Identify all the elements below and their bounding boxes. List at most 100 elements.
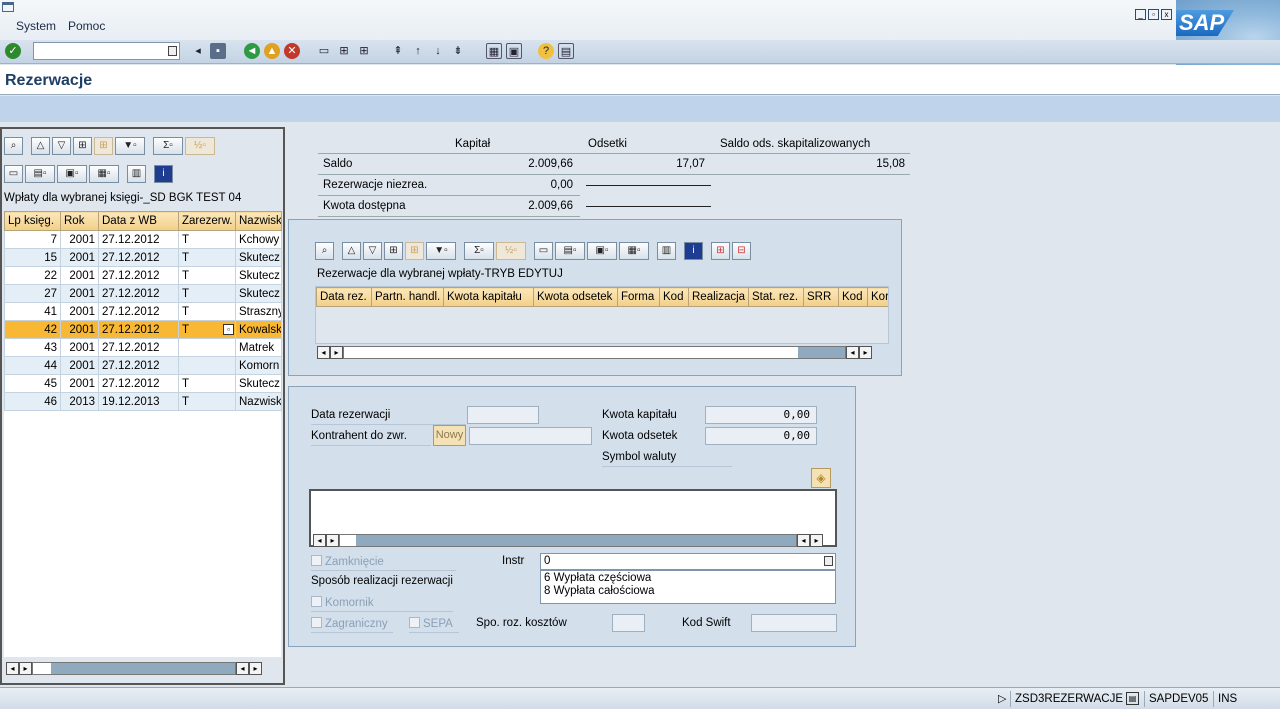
table-row[interactable]: 22 2001 27.12.2012 T Skutecz <box>4 266 282 285</box>
dropdown-icon[interactable] <box>824 556 833 566</box>
sort-asc-icon[interactable]: △ <box>342 242 361 260</box>
swift-input[interactable] <box>751 614 837 632</box>
nowy-button[interactable]: Nowy <box>433 425 466 446</box>
find-icon[interactable]: ⊞ <box>73 137 92 155</box>
zagraniczny-checkbox[interactable]: Zagraniczny <box>311 617 388 630</box>
table-cell[interactable]: Kowalsk <box>235 320 282 339</box>
col-res[interactable]: Realizacja <box>688 287 749 307</box>
col-res[interactable]: Kor <box>867 287 888 307</box>
table-cell[interactable]: 27.12.2012 <box>98 230 179 249</box>
komornik-checkbox[interactable]: Komornik <box>311 596 374 609</box>
table-row[interactable]: 46 2013 19.12.2013 T Nazwisk <box>4 392 282 411</box>
table-cell[interactable]: 27.12.2012 <box>98 302 179 321</box>
table-cell[interactable]: 2001 <box>60 248 99 267</box>
insert-row-icon[interactable]: ⊞ <box>711 242 730 260</box>
scroll-left-icon[interactable]: ◂ <box>313 533 326 547</box>
col-lp[interactable]: Lp księg. <box>4 211 61 231</box>
graphic-icon[interactable]: ▥ <box>657 242 676 260</box>
print-icon[interactable]: ▭ <box>534 242 553 260</box>
sort-desc-icon[interactable]: ▽ <box>363 242 382 260</box>
table-cell[interactable]: 27 <box>4 284 61 303</box>
col-res[interactable]: SRR <box>803 287 839 307</box>
table-row[interactable]: 45 2001 27.12.2012 T Skutecz <box>4 374 282 393</box>
table-cell[interactable]: Nazwisk <box>235 392 282 411</box>
table-cell[interactable]: 27.12.2012 <box>98 284 179 303</box>
col-res[interactable]: Kwota odsetek <box>533 287 618 307</box>
col-res[interactable]: Stat. rez. <box>748 287 804 307</box>
table-cell[interactable]: 45 <box>4 374 61 393</box>
menu-system[interactable]: System <box>16 19 56 33</box>
print-icon[interactable]: ▭ <box>316 43 332 59</box>
table-row[interactable]: 44 2001 27.12.2012 Komorn <box>4 356 282 375</box>
spo-input[interactable] <box>612 614 645 632</box>
info-icon[interactable]: i <box>684 242 703 260</box>
dropdown-icon[interactable] <box>168 46 177 56</box>
table-cell[interactable]: 2001 <box>60 374 99 393</box>
data-rez-input[interactable] <box>467 406 539 424</box>
export-icon[interactable]: ▣▫ <box>587 242 617 260</box>
table-row[interactable]: 27 2001 27.12.2012 T Skutecz <box>4 284 282 303</box>
col-zarezerw[interactable]: Zarezerw. <box>178 211 236 231</box>
shortcut-icon[interactable]: ▣ <box>506 43 522 59</box>
scroll-left-icon[interactable]: ◂ <box>6 661 19 675</box>
table-cell[interactable]: Skutecz <box>235 266 282 285</box>
scroll-right-icon[interactable]: ▸ <box>326 533 339 547</box>
col-data[interactable]: Data z WB <box>98 211 179 231</box>
table-cell[interactable] <box>178 356 236 375</box>
table-cell[interactable]: Skutecz <box>235 374 282 393</box>
table-cell[interactable]: Skutecz <box>235 284 282 303</box>
table-cell[interactable]: 2001 <box>60 320 99 339</box>
kwota-ods-input[interactable]: 0,00 <box>705 427 817 445</box>
zamkniecie-checkbox[interactable]: Zamknięcie <box>311 555 384 568</box>
table-cell[interactable]: 27.12.2012 <box>98 266 179 285</box>
graphic-icon[interactable]: ▥ <box>127 165 146 183</box>
table-cell[interactable] <box>178 338 236 357</box>
prev-page-icon[interactable]: ↑ <box>410 43 426 59</box>
menu-pomoc[interactable]: Pomoc <box>68 19 105 33</box>
table-cell[interactable]: 2001 <box>60 266 99 285</box>
layout-icon[interactable]: ▤ <box>558 43 574 59</box>
restore-icon[interactable]: ▫ <box>1148 9 1159 20</box>
new-session-icon[interactable]: ▦ <box>486 43 502 59</box>
window-menu-icon[interactable] <box>2 2 14 12</box>
delete-row-icon[interactable]: ⊟ <box>732 242 751 260</box>
instr-option[interactable]: 8 Wypłata całościowa <box>541 585 835 597</box>
find-icon[interactable]: ⊞ <box>384 242 403 260</box>
close-icon[interactable]: x <box>1161 9 1172 20</box>
table-row[interactable]: 41 2001 27.12.2012 T Straszny <box>4 302 282 321</box>
table-cell[interactable]: Komorn <box>235 356 282 375</box>
details-icon[interactable]: ⌕ <box>4 137 23 155</box>
status-expand-icon[interactable]: ▷ <box>998 692 1006 705</box>
system-info-icon[interactable]: ▤ <box>1126 692 1139 705</box>
table-cell[interactable]: T <box>178 248 236 267</box>
sort-asc-icon[interactable]: △ <box>31 137 50 155</box>
table-cell[interactable]: Matrek <box>235 338 282 357</box>
views-icon[interactable]: ▤▫ <box>555 242 585 260</box>
enter-icon[interactable]: ✓ <box>5 43 21 59</box>
cancel-icon[interactable]: ✕ <box>284 43 300 59</box>
table-cell[interactable]: T <box>178 266 236 285</box>
table-cell[interactable]: 27.12.2012 <box>98 248 179 267</box>
exit-icon[interactable]: ▲ <box>264 43 280 59</box>
table-cell[interactable]: 41 <box>4 302 61 321</box>
scroll-left-icon[interactable]: ◂ <box>797 533 810 547</box>
table-cell[interactable]: 27.12.2012 <box>98 374 179 393</box>
table-row[interactable]: 43 2001 27.12.2012 Matrek <box>4 338 282 357</box>
minimize-icon[interactable]: _ <box>1135 9 1146 20</box>
instr-select[interactable]: 0 <box>540 553 836 570</box>
layout-icon[interactable]: ▦▫ <box>89 165 119 183</box>
find-icon[interactable]: ⊞ <box>336 43 352 59</box>
table-cell[interactable]: 2001 <box>60 356 99 375</box>
kontrahent-input[interactable] <box>469 427 592 445</box>
table-row[interactable]: 7 2001 27.12.2012 T Kchowy <box>4 230 282 249</box>
table-cell[interactable]: 2001 <box>60 230 99 249</box>
col-res[interactable]: Partn. handl. <box>371 287 444 307</box>
col-res[interactable]: Kod <box>838 287 868 307</box>
table-cell[interactable]: 2001 <box>60 338 99 357</box>
sum-icon[interactable]: Σ▫ <box>464 242 494 260</box>
table-cell[interactable]: T <box>178 230 236 249</box>
table-cell[interactable]: T <box>178 302 236 321</box>
scroll-right-icon[interactable]: ▸ <box>859 345 872 359</box>
scroll-right-icon[interactable]: ▸ <box>249 661 262 675</box>
table-cell[interactable]: 44 <box>4 356 61 375</box>
